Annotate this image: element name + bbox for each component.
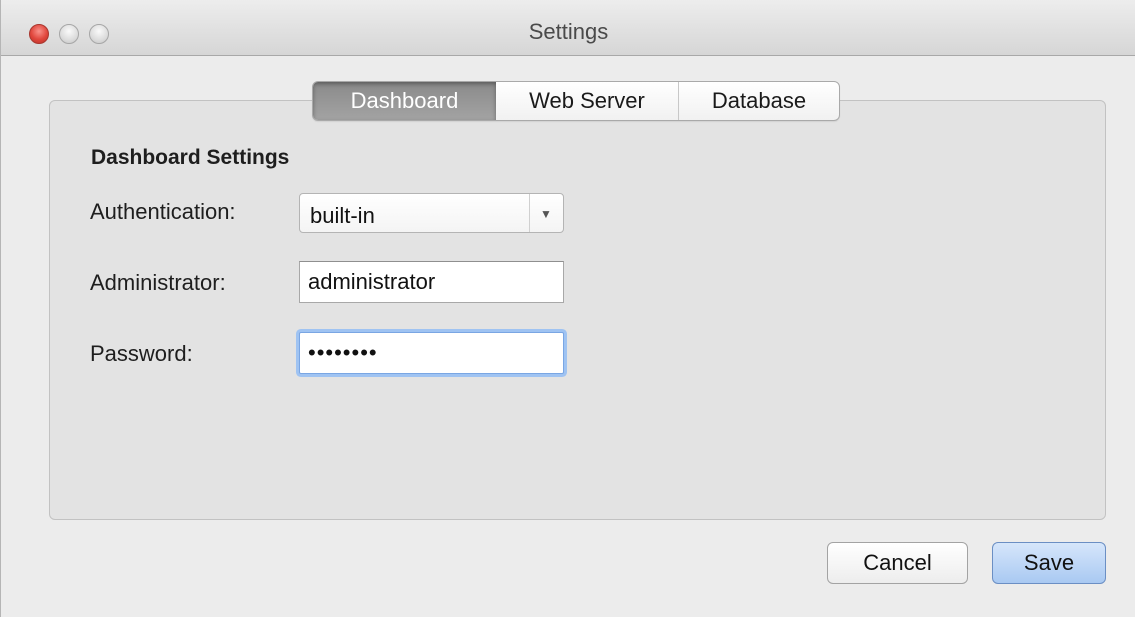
authentication-selected-value: built-in: [310, 203, 375, 228]
select-divider: [529, 194, 530, 232]
tab-web-server[interactable]: Web Server: [496, 82, 679, 120]
window-title: Settings: [528, 19, 609, 44]
password-label: Password:: [90, 341, 193, 366]
tab-database[interactable]: Database: [679, 82, 839, 120]
section-title: Dashboard Settings: [91, 146, 290, 169]
title-bar[interactable]: Settings: [1, 0, 1135, 56]
save-button[interactable]: Save: [992, 542, 1106, 584]
administrator-input[interactable]: [299, 261, 564, 303]
tab-bar: Dashboard Web Server Database: [312, 81, 840, 121]
chevron-down-icon[interactable]: ▼: [536, 204, 556, 224]
authentication-label: Authentication:: [90, 199, 236, 224]
cancel-button[interactable]: Cancel: [827, 542, 968, 584]
authentication-select[interactable]: built-in ▼: [299, 193, 564, 233]
administrator-label: Administrator:: [90, 270, 226, 295]
settings-window: Settings Dashboard Web Server Database D…: [0, 0, 1135, 617]
password-input[interactable]: ••••••••: [299, 332, 564, 374]
tab-dashboard[interactable]: Dashboard: [313, 82, 496, 120]
